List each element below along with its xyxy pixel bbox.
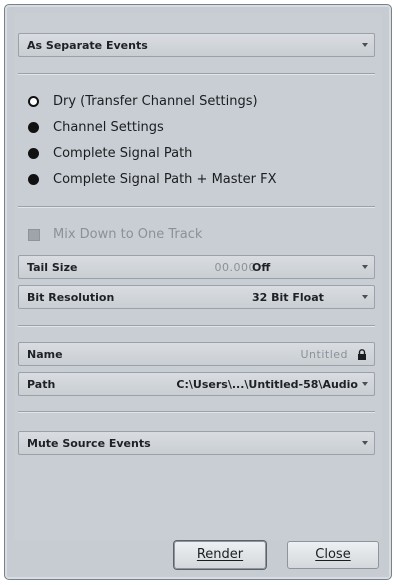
chevron-down-icon [362,43,368,47]
divider [18,206,375,207]
chevron-down-icon [362,382,368,386]
divider [18,73,375,74]
chevron-down-icon [362,265,368,269]
radio-icon [28,122,39,133]
chevron-down-icon [362,295,368,299]
path-value: C:\Users\...\Untitled-58\Audio [176,378,358,391]
render-mode-label: As Separate Events [27,39,148,52]
divider [18,325,375,326]
bit-resolution-dropdown[interactable]: Bit Resolution 32 Bit Float [18,285,375,309]
source-events-label: Mute Source Events [27,437,151,450]
radio-icon [28,174,39,185]
tail-size-field[interactable]: Tail Size 00.000 Off [18,255,375,279]
close-button[interactable]: Close [287,541,379,569]
radio-icon [28,148,39,159]
render-button[interactable]: Render [174,541,266,569]
tail-size-unit[interactable]: Off [252,261,270,274]
render-mode-dropdown[interactable]: As Separate Events [18,33,375,57]
tail-size-value[interactable]: 00.000 [215,261,257,274]
path-label: Path [27,378,56,391]
lock-icon [358,349,366,360]
divider [18,411,375,412]
path-dropdown[interactable]: Path C:\Users\...\Untitled-58\Audio [18,372,375,396]
radio-dry-label: Dry (Transfer Channel Settings) [53,94,258,109]
radio-complete-signal-path-label: Complete Signal Path [53,146,193,161]
tail-size-label: Tail Size [27,261,78,274]
radio-selected-icon [28,96,39,107]
bit-resolution-label: Bit Resolution [27,291,115,304]
radio-channel-settings-label: Channel Settings [53,120,164,135]
name-field[interactable]: Name Untitled [18,342,375,366]
bit-resolution-value: 32 Bit Float [252,291,324,304]
checkbox-icon [28,229,40,241]
name-label: Name [27,348,63,361]
mixdown-label: Mix Down to One Track [53,227,203,242]
name-value[interactable]: Untitled [300,348,348,361]
chevron-down-icon [362,441,368,445]
radio-master-fx-label: Complete Signal Path + Master FX [53,172,277,187]
source-events-dropdown[interactable]: Mute Source Events [18,431,375,455]
